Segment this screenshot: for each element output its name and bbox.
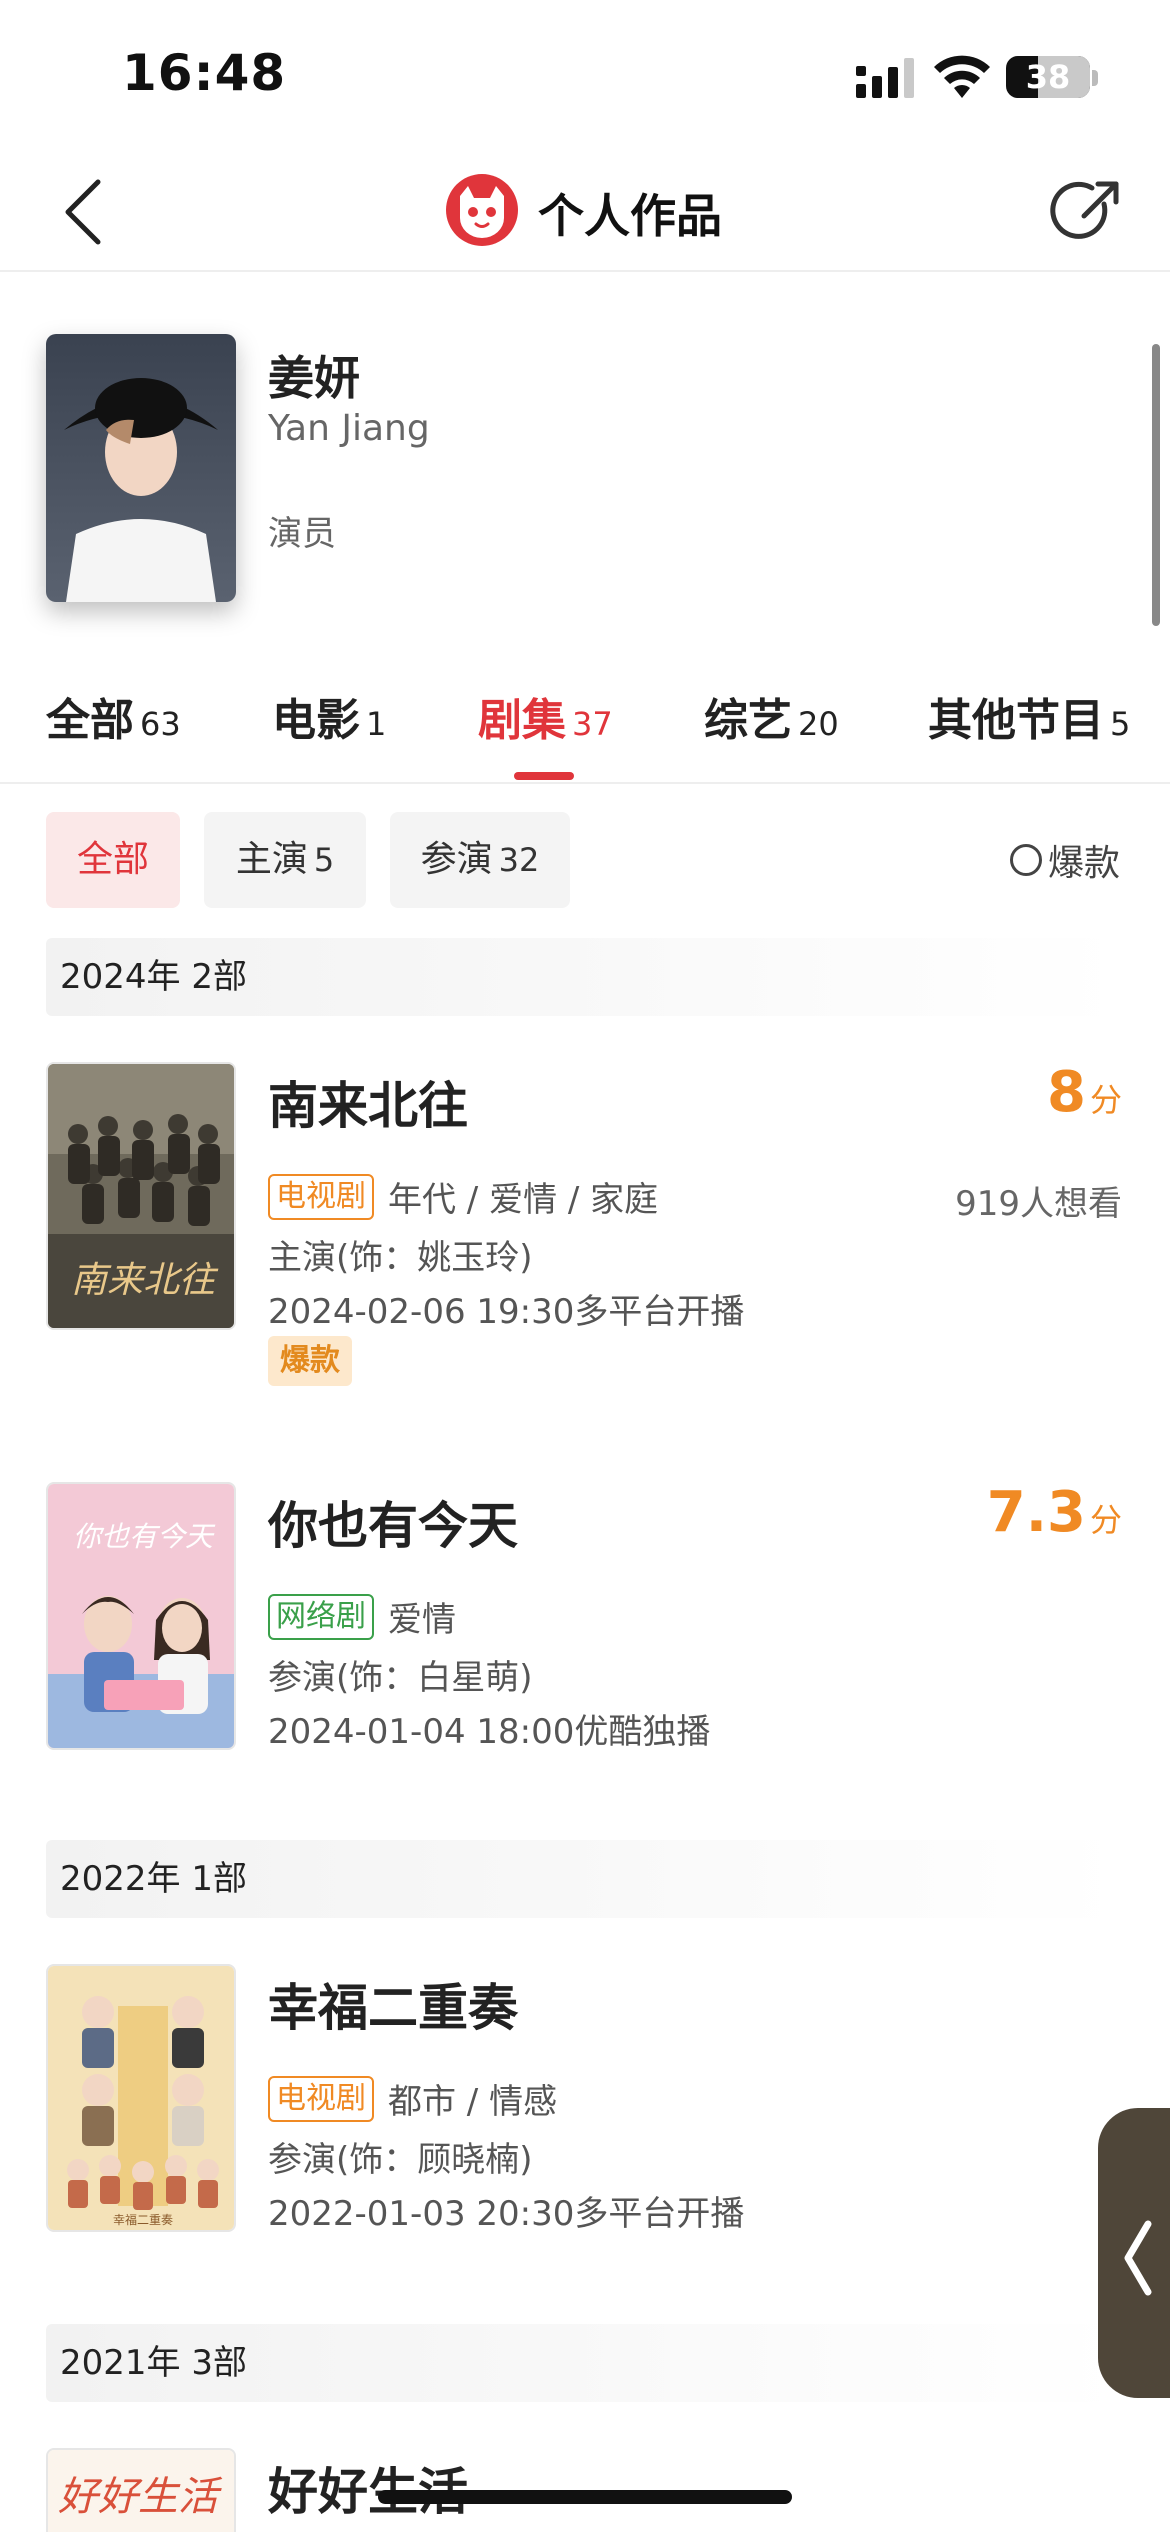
- poster-title-text: 好好生活: [58, 2474, 223, 2520]
- category-tabs: 全部 63 电影 1 剧集 37 综艺 20 其他节目 5: [0, 660, 1170, 784]
- work-release: 2022-01-03 20:30多平台开播: [268, 2194, 745, 2234]
- poster-niyeyoujintian[interactable]: 你也有今天: [46, 1482, 236, 1750]
- battery-nub: [1092, 70, 1098, 86]
- poster-nanlaibeiwang[interactable]: 南来北往: [46, 1062, 236, 1330]
- tab-series[interactable]: 剧集 37: [478, 684, 613, 748]
- filter-label: 参演: [420, 839, 493, 880]
- tab-count: 63: [140, 705, 181, 743]
- page-title: 个人作品: [538, 189, 722, 243]
- back-icon[interactable]: [50, 172, 130, 252]
- work-genres: 都市 / 情感: [388, 2082, 558, 2122]
- work-release: 2024-01-04 18:00优酷独播: [268, 1712, 711, 1752]
- work-title[interactable]: 好好生活: [268, 2452, 468, 2524]
- work-role: 参演(饰：白星萌): [268, 1658, 533, 1698]
- filter-count: 5: [313, 841, 335, 879]
- hit-badge: 爆款: [268, 1336, 352, 1386]
- poster-title-text: 南来北往: [71, 1260, 219, 1301]
- home-indicator[interactable]: [378, 2490, 792, 2504]
- tab-count: 1: [366, 705, 387, 743]
- battery-icon: 38: [1006, 56, 1090, 98]
- type-badge: 电视剧: [268, 2075, 374, 2122]
- poster-image: 你也有今天: [48, 1484, 234, 1748]
- work-role: 参演(饰：顾晓楠): [268, 2140, 533, 2180]
- battery-percent: 38: [1025, 58, 1071, 96]
- work-meta: 电视剧 年代 / 爱情 / 家庭: [268, 1172, 658, 1221]
- active-tab-indicator: [514, 772, 574, 780]
- filter-lead[interactable]: 主演 5: [204, 812, 366, 908]
- poster-haohaoshenghuo[interactable]: 好好生活: [46, 2448, 236, 2532]
- tab-label: 电影: [272, 695, 360, 746]
- scroll-indicator: [1152, 344, 1160, 626]
- filter-label: 主演: [235, 839, 308, 880]
- hit-toggle-label: 爆款: [1048, 843, 1121, 884]
- tab-all[interactable]: 全部 63: [46, 684, 181, 748]
- radio-icon: [1010, 844, 1042, 876]
- work-title[interactable]: 幸福二重奏: [268, 1968, 518, 2040]
- side-expand-button[interactable]: [1098, 2108, 1170, 2398]
- work-score: 8分: [1047, 1060, 1122, 1125]
- filter-all[interactable]: 全部: [46, 812, 180, 908]
- score-value: 8: [1047, 1060, 1086, 1125]
- work-role: 主演(饰：姚玉玲): [268, 1238, 533, 1278]
- profile-role: 演员: [268, 514, 336, 554]
- score-unit: 分: [1089, 1501, 1122, 1539]
- tab-movies[interactable]: 电影 1: [272, 684, 386, 748]
- status-time: 16:48: [122, 44, 287, 102]
- type-badge: 电视剧: [268, 1173, 374, 1220]
- work-meta: 电视剧 都市 / 情感: [268, 2074, 557, 2123]
- tab-variety[interactable]: 综艺 20: [704, 684, 839, 748]
- poster-title-text: 幸福二重奏: [113, 2212, 173, 2227]
- hit-only-toggle[interactable]: 爆款: [1010, 836, 1120, 884]
- tab-label: 综艺: [704, 695, 792, 746]
- filter-label: 全部: [76, 839, 149, 880]
- type-badge: 网络剧: [268, 1593, 374, 1640]
- avatar[interactable]: [46, 334, 236, 602]
- tab-count: 5: [1110, 705, 1131, 743]
- work-genres: 年代 / 爱情 / 家庭: [388, 1180, 659, 1220]
- poster-image: 好好生活: [48, 2450, 234, 2532]
- nav-bar: 个人作品: [0, 150, 1170, 272]
- tab-label: 剧集: [478, 695, 566, 746]
- score-value: 7.3: [986, 1480, 1086, 1545]
- tab-other-shows[interactable]: 其他节目 5: [928, 684, 1130, 748]
- work-release: 2024-02-06 19:30多平台开播: [268, 1292, 745, 1332]
- year-header-2024: 2024年 2部: [46, 938, 1122, 1016]
- poster-image: 幸福二重奏: [48, 1966, 234, 2230]
- year-header-2021: 2021年 3部: [46, 2324, 1122, 2402]
- tab-label: 其他节目: [928, 695, 1104, 746]
- work-genres: 爱情: [388, 1600, 456, 1640]
- cellular-signal-icon: [856, 58, 914, 98]
- work-title[interactable]: 南来北往: [268, 1066, 468, 1138]
- filter-supporting[interactable]: 参演 32: [390, 812, 570, 908]
- year-header-2022: 2022年 1部: [46, 1840, 1122, 1918]
- score-unit: 分: [1089, 1081, 1122, 1119]
- tab-count: 37: [572, 705, 613, 743]
- work-meta: 网络剧 爱情: [268, 1592, 456, 1641]
- work-title[interactable]: 你也有今天: [268, 1486, 518, 1558]
- want-count: 919人想看: [955, 1184, 1122, 1224]
- wifi-icon: [934, 55, 990, 98]
- filter-count: 32: [498, 841, 540, 879]
- avatar-photo: [46, 334, 236, 602]
- poster-image: 南来北往: [48, 1064, 234, 1328]
- tab-count: 20: [798, 705, 839, 743]
- work-score: 7.3 分: [987, 1480, 1122, 1545]
- profile-name-en: Yan Jiang: [268, 408, 430, 449]
- cat-logo-icon: [446, 174, 518, 246]
- tab-label: 全部: [46, 695, 134, 746]
- profile-name-cn: 姜妍: [268, 351, 360, 405]
- share-icon[interactable]: [1048, 172, 1128, 252]
- poster-title-text: 你也有今天: [73, 1520, 216, 1553]
- poster-xingfuerchongzou[interactable]: 幸福二重奏: [46, 1964, 236, 2232]
- chevron-left-icon: [1124, 2220, 1152, 2296]
- status-bar: 16:48 38: [0, 0, 1170, 150]
